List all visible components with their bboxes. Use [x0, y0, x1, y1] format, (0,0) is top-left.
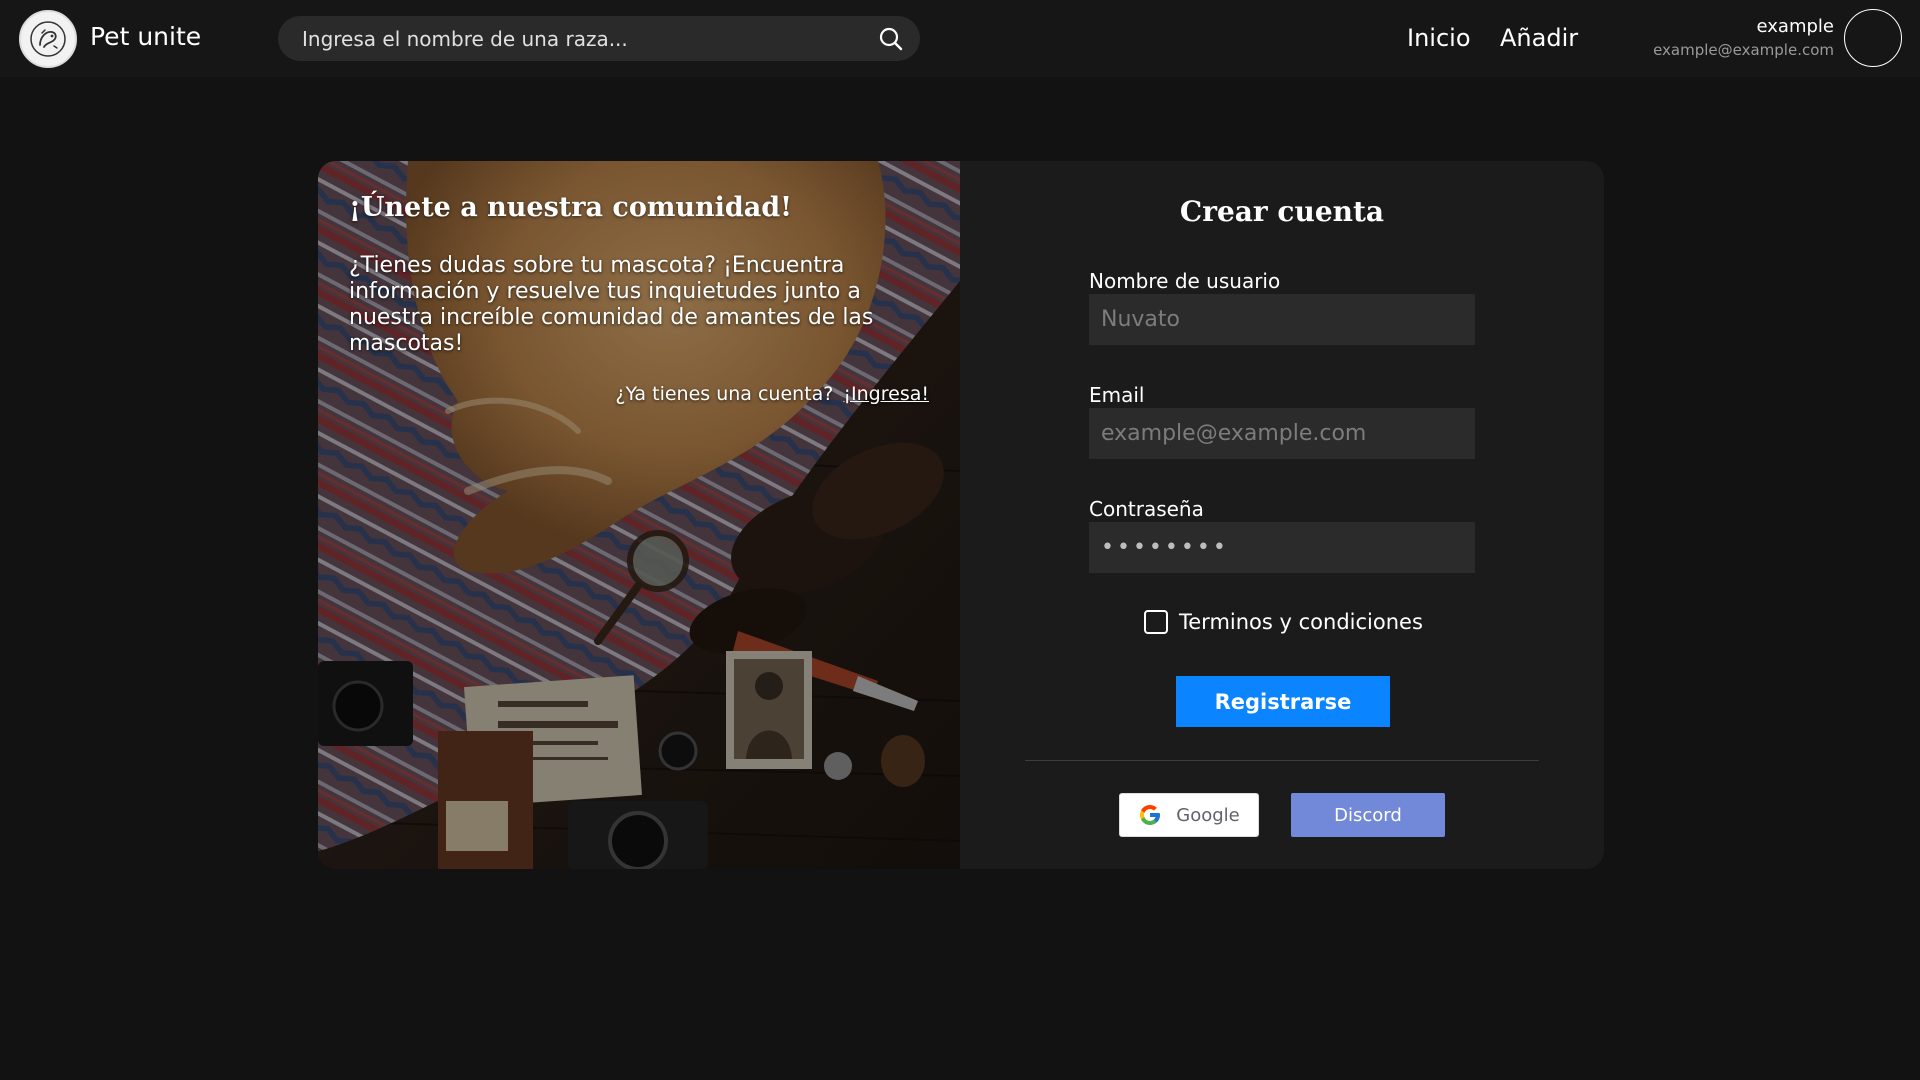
panel-title: ¡Únete a nuestra comunidad! — [349, 192, 793, 223]
username-input[interactable] — [1089, 294, 1475, 345]
login-prompt: ¿Ya tienes una cuenta? ¡Ingresa! — [615, 383, 929, 405]
password-label: Contraseña — [1089, 497, 1204, 521]
google-label: Google — [1176, 804, 1240, 826]
pet-logo-icon[interactable] — [19, 10, 77, 68]
google-signin-button[interactable]: Google — [1119, 793, 1259, 837]
user-avatar[interactable] — [1844, 9, 1902, 67]
community-panel: ¡Únete a nuestra comunidad! ¿Tienes duda… — [318, 161, 960, 869]
password-input[interactable] — [1089, 522, 1475, 573]
signup-card: ¡Únete a nuestra comunidad! ¿Tienes duda… — [318, 161, 1604, 869]
login-prompt-text: ¿Ya tienes una cuenta? — [615, 383, 834, 405]
terms-label[interactable]: Terminos y condiciones — [1179, 610, 1423, 634]
terms-checkbox[interactable] — [1144, 610, 1168, 634]
terms-row: Terminos y condiciones — [1144, 610, 1423, 634]
form-title: Crear cuenta — [1179, 195, 1385, 228]
login-link[interactable]: ¡Ingresa! — [843, 383, 929, 405]
search-input[interactable] — [300, 16, 860, 61]
panel-description: ¿Tienes dudas sobre tu mascota? ¡Encuent… — [349, 253, 874, 356]
nav-link-home[interactable]: Inicio — [1407, 24, 1471, 52]
username-label: Nombre de usuario — [1089, 269, 1281, 293]
user-email: example@example.com — [1653, 41, 1834, 59]
search-bar — [278, 16, 920, 61]
user-name: example — [1756, 16, 1834, 37]
nav-link-add[interactable]: Añadir — [1500, 24, 1578, 52]
email-input[interactable] — [1089, 408, 1475, 459]
register-button[interactable]: Registrarse — [1176, 676, 1390, 727]
divider — [1025, 760, 1539, 761]
search-icon[interactable] — [878, 26, 904, 52]
email-label: Email — [1089, 383, 1145, 407]
top-navbar: Pet unite Inicio Añadir example example@… — [0, 0, 1920, 77]
discord-signin-button[interactable]: Discord — [1291, 793, 1445, 837]
google-icon — [1140, 805, 1161, 825]
brand-name[interactable]: Pet unite — [90, 22, 201, 51]
pet-logo-graphic — [30, 21, 66, 57]
